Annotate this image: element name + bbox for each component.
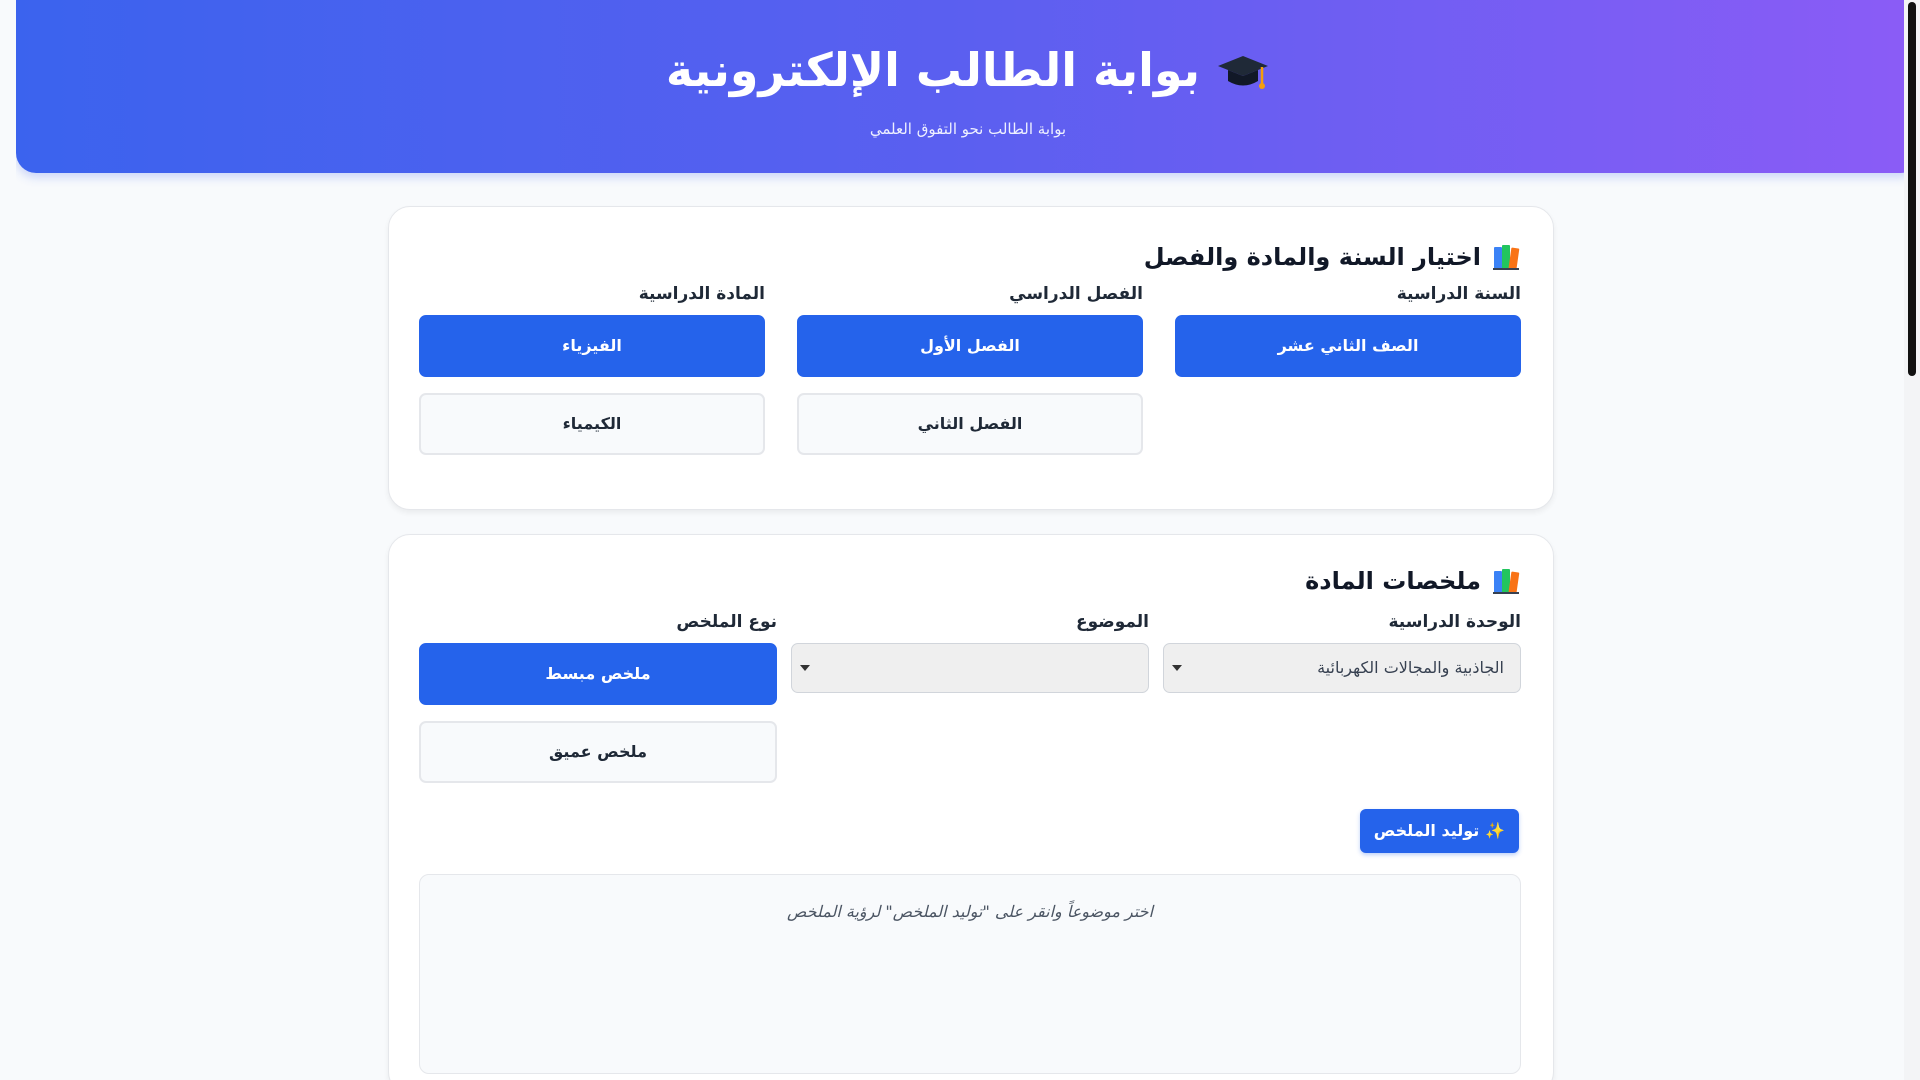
page-header: بوابة الطالب الإلكترونية بوابة الطالب نح… (16, 0, 1920, 173)
selection-card: اختيار السنة والمادة والفصل السنة الدراس… (388, 206, 1554, 510)
summary-placeholder: اختر موضوعاً وانقر على "توليد الملخص" لر… (786, 902, 1154, 921)
selection-card-title: اختيار السنة والمادة والفصل (1144, 241, 1521, 273)
term-option-first[interactable]: الفصل الأول (797, 315, 1143, 377)
summary-type-deep[interactable]: ملخص عميق (419, 721, 777, 783)
term-option-second[interactable]: الفصل الثاني (797, 393, 1143, 455)
books-icon (1491, 566, 1521, 596)
books-icon (1491, 242, 1521, 272)
topic-label: الموضوع (1076, 612, 1149, 632)
term-label: الفصل الدراسي (1009, 284, 1143, 304)
year-label: السنة الدراسية (1396, 284, 1521, 304)
graduation-cap-icon (1216, 48, 1270, 92)
chevron-down-icon (1172, 665, 1182, 671)
page: بوابة الطالب الإلكترونية بوابة الطالب نح… (16, 0, 1920, 1080)
generate-summary-button[interactable]: ✨ توليد الملخص (1360, 809, 1519, 853)
scrollbar-thumb[interactable] (1908, 2, 1916, 376)
summaries-card-title: ملخصات المادة (1305, 565, 1521, 597)
unit-select-value: الجاذبية والمجالات الكهربائية (1317, 658, 1504, 677)
subject-option-chemistry[interactable]: الكيمياء (419, 393, 765, 455)
summary-output: اختر موضوعاً وانقر على "توليد الملخص" لر… (419, 874, 1521, 1074)
summary-type-simple[interactable]: ملخص مبسط (419, 643, 777, 705)
subject-label: المادة الدراسية (638, 284, 765, 304)
subject-option-physics[interactable]: الفيزياء (419, 315, 765, 377)
page-subtitle: بوابة الطالب نحو التفوق العلمي (869, 120, 1067, 138)
sparkles-icon: ✨ (1485, 821, 1506, 840)
summary-type-label: نوع الملخص (676, 612, 777, 632)
unit-select[interactable]: الجاذبية والمجالات الكهربائية (1163, 643, 1521, 693)
unit-label: الوحدة الدراسية (1388, 612, 1521, 632)
year-option-12[interactable]: الصف الثاني عشر (1175, 315, 1521, 377)
summaries-card: ملخصات المادة الوحدة الدراسية الجاذبية و… (388, 534, 1554, 1080)
page-title-row: بوابة الطالب الإلكترونية (16, 40, 1920, 100)
page-title: بوابة الطالب الإلكترونية (665, 43, 1201, 97)
chevron-down-icon (800, 665, 810, 671)
vertical-scrollbar[interactable] (1904, 0, 1920, 1080)
topic-select[interactable] (791, 643, 1149, 693)
